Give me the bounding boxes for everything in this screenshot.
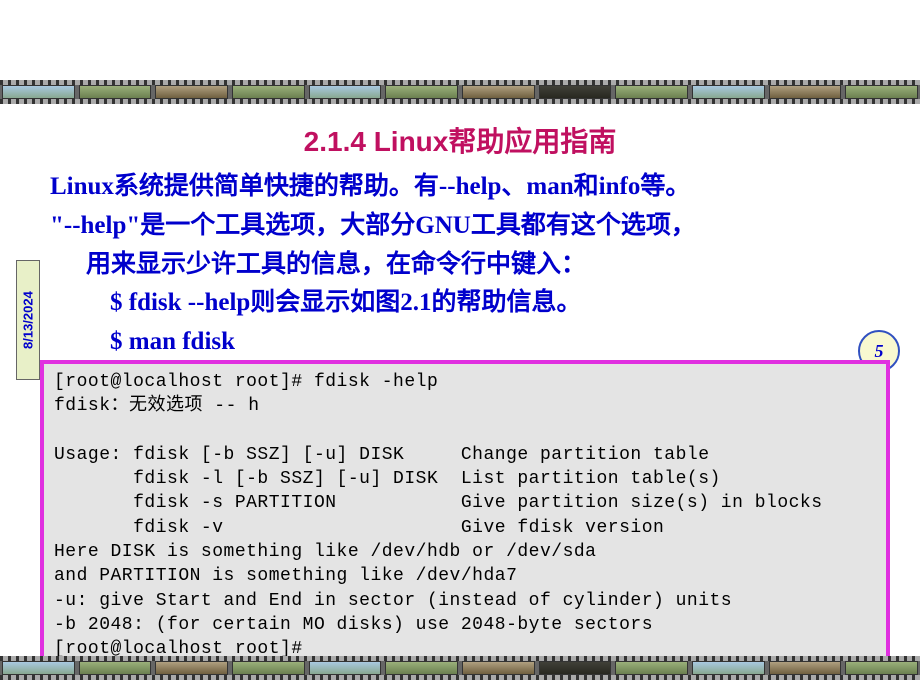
- term-l2: fdisk：无效选项 -- h: [54, 396, 260, 416]
- line-1: Linux系统提供简单快捷的帮助。有--help、man和info等。: [50, 173, 690, 200]
- line-5: $ man fdisk: [50, 323, 870, 362]
- term-l7: fdisk -v Give fdisk version: [54, 518, 664, 538]
- filmstrip-bottom: [0, 656, 920, 680]
- term-l5: fdisk -l [-b SSZ] [-u] DISK List partiti…: [54, 469, 721, 489]
- slide-title: 2.1.4 Linux帮助应用指南: [0, 120, 920, 160]
- term-l11: -b 2048: (for certain MO disks) use 2048…: [54, 615, 653, 635]
- term-l10: -u: give Start and End in sector (instea…: [54, 591, 732, 611]
- date-tab: 8/13/2024: [16, 260, 40, 380]
- term-l8: Here DISK is something like /dev/hdb or …: [54, 542, 596, 562]
- term-l4: Usage: fdisk [-b SSZ] [-u] DISK Change p…: [54, 445, 710, 465]
- terminal-screenshot: [root@localhost root]# fdisk -help fdisk…: [40, 360, 890, 674]
- term-l9: and PARTITION is something like /dev/hda…: [54, 566, 517, 586]
- body-text: Linux系统提供简单快捷的帮助。有--help、man和info等。 "--h…: [50, 168, 870, 362]
- term-l6: fdisk -s PARTITION Give partition size(s…: [54, 493, 823, 513]
- line-3: 用来显示少许工具的信息，在命令行中键入：: [50, 246, 870, 285]
- line-2: "--help"是一个工具选项，大部分GNU工具都有这个选项，: [50, 212, 696, 239]
- line-4: $ fdisk --help则会显示如图2.1的帮助信息。: [50, 284, 870, 323]
- filmstrip-top: [0, 80, 920, 104]
- term-l1: [root@localhost root]# fdisk -help: [54, 372, 438, 392]
